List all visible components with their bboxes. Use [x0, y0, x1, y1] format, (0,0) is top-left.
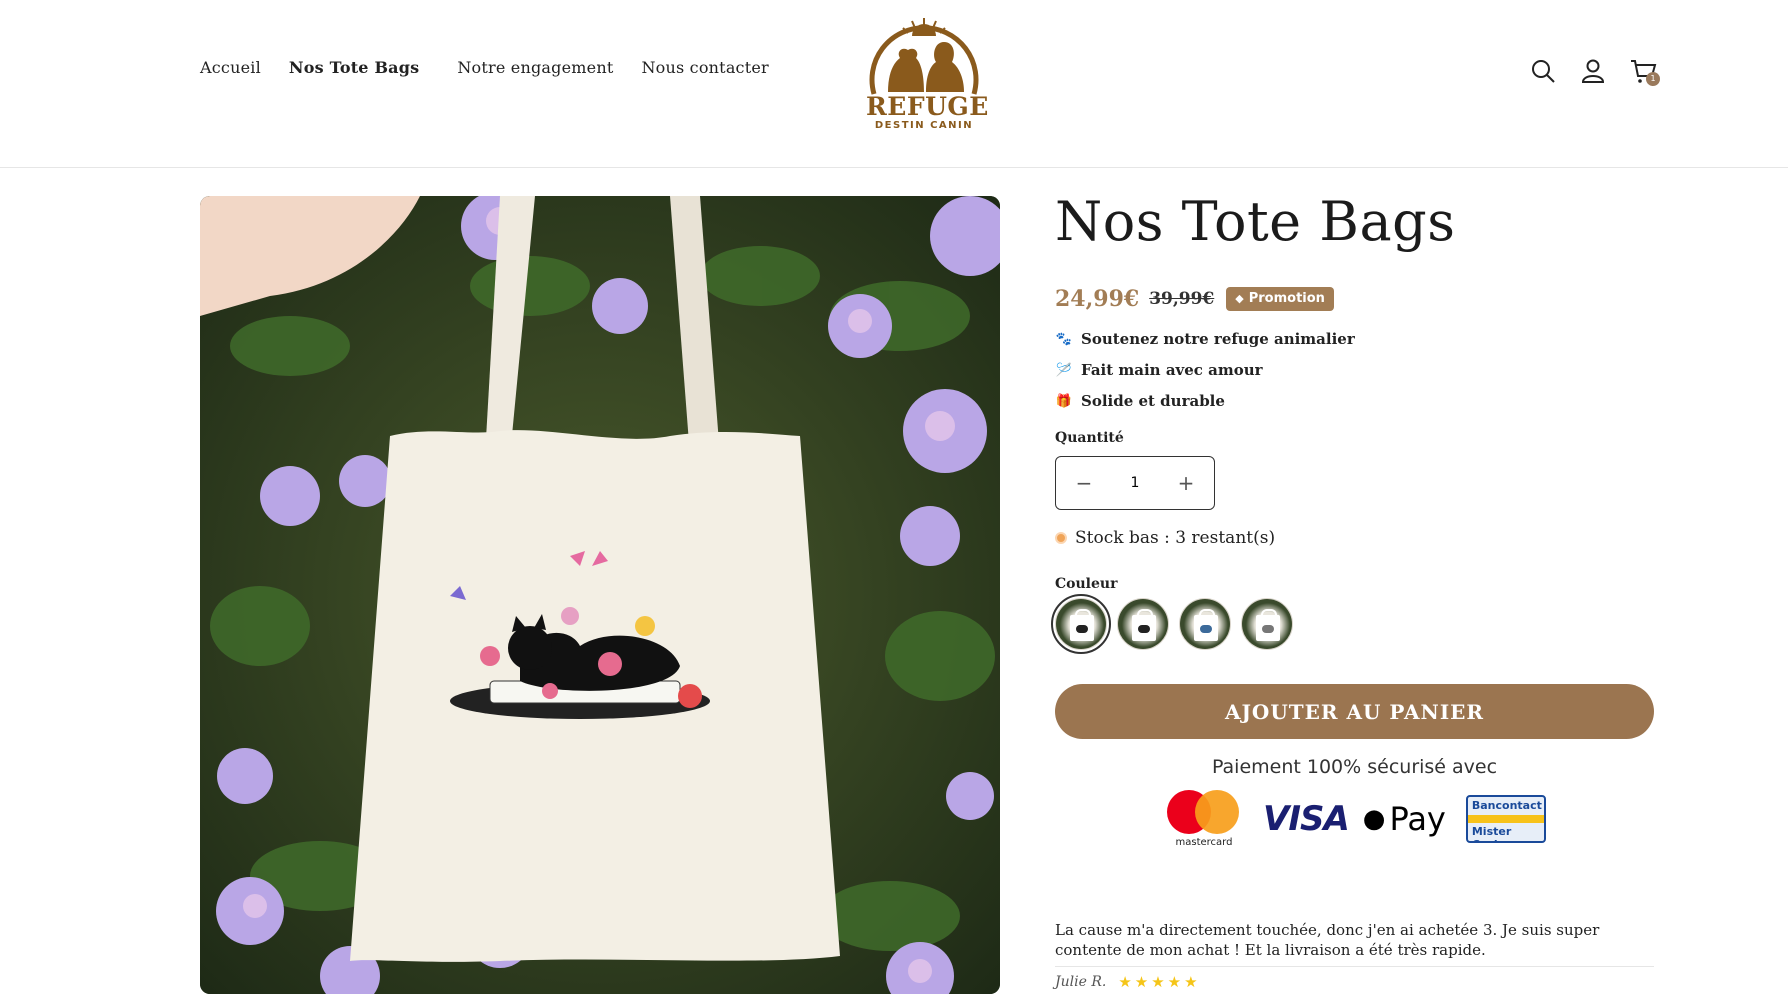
paw-icon: 🐾 [1055, 331, 1073, 347]
logo-title: REFUGE [866, 92, 989, 121]
apple-pay-label: Pay [1389, 800, 1446, 838]
review-divider [1055, 966, 1654, 967]
account-icon[interactable] [1578, 56, 1608, 86]
color-swatch[interactable] [1051, 594, 1111, 654]
review-text: La cause m'a directement touchée, donc j… [1055, 921, 1600, 959]
stock-text: Stock bas : 3 restant(s) [1075, 528, 1276, 548]
quantity-label: Quantité [1055, 430, 1124, 446]
review-author-row: Julie R. ★★★★★ [1055, 973, 1655, 991]
review-author: Julie R. [1055, 974, 1107, 990]
visa-logo: VISA [1263, 799, 1350, 839]
feature-label: Solide et durable [1081, 392, 1225, 410]
gift-icon: 🎁 [1055, 393, 1073, 409]
search-icon[interactable] [1528, 56, 1558, 86]
mastercard-logo: mastercard [1167, 790, 1241, 848]
decrease-quantity-button[interactable]: − [1074, 471, 1094, 495]
color-swatch[interactable] [1241, 598, 1293, 650]
color-swatch[interactable] [1117, 598, 1169, 650]
color-label: Couleur [1055, 576, 1118, 592]
quantity-stepper: − + [1055, 456, 1215, 510]
feature-item: 🐾 Soutenez notre refuge animalier [1055, 330, 1355, 348]
nav-accueil[interactable]: Accueil [200, 58, 261, 77]
site-logo[interactable]: REFUGE DESTIN CANIN [866, 6, 989, 132]
bancontact-logo: Bancontact Mister Cash [1465, 795, 1546, 843]
sale-price: 24,99€ [1055, 286, 1140, 312]
rating-stars-icon: ★★★★★ [1118, 973, 1201, 991]
main-nav: Accueil Nos Tote Bags Notre engagement N… [200, 58, 797, 77]
color-swatches [1051, 594, 1303, 654]
stock-status: Stock bas : 3 restant(s) [1055, 528, 1275, 548]
logo-emblem [869, 18, 979, 95]
nav-nous-contacter[interactable]: Nous contacter [641, 58, 768, 77]
tag-icon: ◆ [1235, 292, 1244, 305]
apple-pay-logo: ● Pay [1363, 800, 1446, 838]
promotion-badge-label: Promotion [1248, 291, 1325, 306]
price-row: 24,99€ 39,99€ ◆ Promotion [1055, 286, 1334, 312]
payment-methods: mastercard VISA ● Pay Bancontact Mister … [1167, 790, 1546, 848]
apple-icon: ● [1362, 804, 1386, 834]
mastercard-label: mastercard [1175, 837, 1233, 848]
cart-icon[interactable]: 1 [1628, 56, 1660, 86]
nav-notre-engagement[interactable]: Notre engagement [457, 58, 613, 77]
add-to-cart-button[interactable]: AJOUTER AU PANIER [1055, 684, 1654, 739]
secure-payment-text: Paiement 100% sécurisé avec [1211, 756, 1498, 778]
increase-quantity-button[interactable]: + [1176, 471, 1196, 495]
product-title: Nos Tote Bags [1055, 190, 1456, 253]
stock-dot-icon [1055, 532, 1067, 544]
feature-item: 🎁 Solide et durable [1055, 392, 1225, 410]
customer-review: La cause m'a directement touchée, donc j… [1055, 920, 1655, 991]
cart-count-badge: 1 [1646, 72, 1660, 86]
logo-subtitle: DESTIN CANIN [874, 120, 974, 131]
feature-label: Soutenez notre refuge animalier [1081, 330, 1355, 348]
product-image[interactable] [200, 196, 1000, 994]
original-price: 39,99€ [1149, 289, 1215, 309]
color-swatch[interactable] [1179, 598, 1231, 650]
product-info: Nos Tote Bags 24,99€ 39,99€ ◆ Promotion … [1051, 190, 1655, 991]
site-header: Accueil Nos Tote Bags Notre engagement N… [0, 0, 1788, 168]
feature-item: 🪡 Fait main avec amour [1055, 361, 1263, 379]
header-actions: 1 [1528, 56, 1678, 86]
bancontact-label: Bancontact [1471, 799, 1542, 812]
mister-cash-label: Mister Cash [1471, 825, 1512, 841]
nav-nos-tote-bags[interactable]: Nos Tote Bags [289, 58, 419, 77]
needle-icon: 🪡 [1055, 362, 1073, 378]
tote-bag-photo [200, 196, 1000, 994]
quantity-input[interactable] [1115, 475, 1155, 491]
feature-label: Fait main avec amour [1081, 361, 1263, 379]
promotion-badge: ◆ Promotion [1226, 287, 1334, 311]
